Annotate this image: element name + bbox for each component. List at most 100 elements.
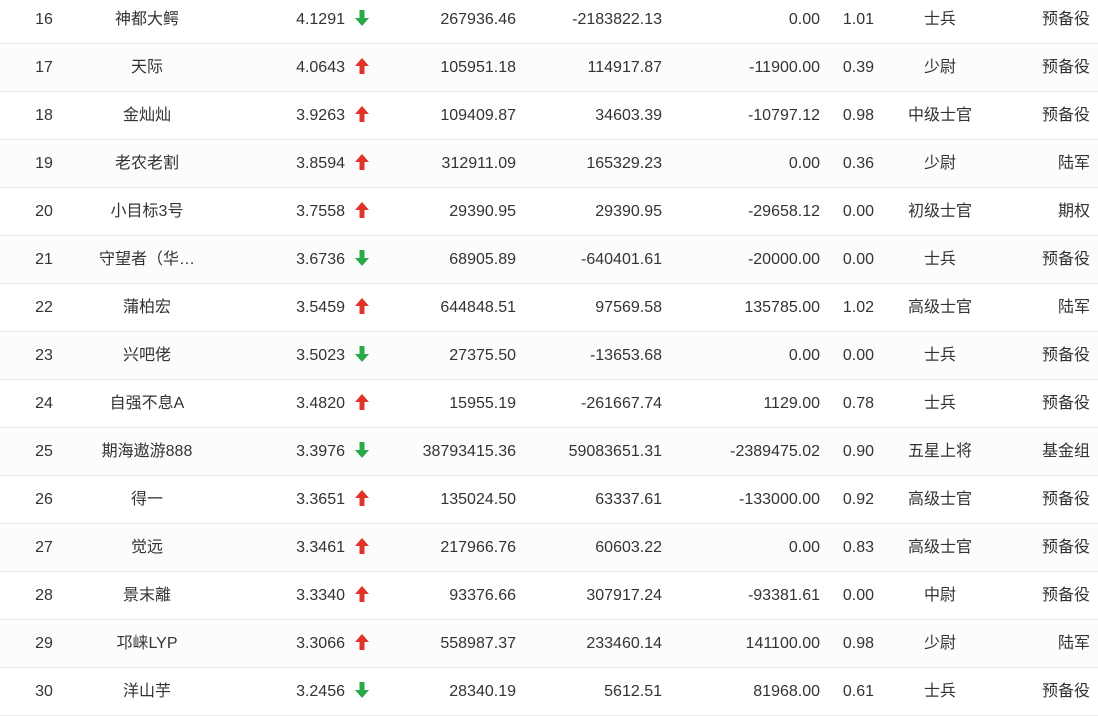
value-3: 0.00 bbox=[788, 347, 820, 364]
trader-name[interactable]: 金灿灿 bbox=[92, 92, 202, 139]
table-row[interactable]: 19 老农老割 3.8594 312911.09 165329.23 0.00 … bbox=[0, 140, 1098, 188]
group-name: 预备役 bbox=[1041, 59, 1090, 76]
value-4: 0.78 bbox=[842, 395, 874, 412]
trader-name[interactable]: 觉远 bbox=[92, 524, 202, 571]
value-2: -2183822.13 bbox=[572, 11, 662, 28]
rank-number: 24 bbox=[35, 395, 53, 412]
score-value: 4.0643 bbox=[296, 59, 345, 76]
rank-title: 士兵 bbox=[923, 395, 956, 412]
trader-name[interactable]: 小目标3号 bbox=[92, 188, 202, 235]
score-value: 4.1291 bbox=[296, 11, 345, 28]
value-3: -10797.12 bbox=[747, 107, 820, 124]
trader-name[interactable]: 景末離 bbox=[92, 572, 202, 619]
value-4: 0.61 bbox=[842, 683, 874, 700]
value-2: 165329.23 bbox=[586, 155, 662, 172]
rank-number: 23 bbox=[35, 347, 53, 364]
trader-name[interactable]: 得一 bbox=[92, 476, 202, 523]
rank-title: 士兵 bbox=[923, 683, 956, 700]
score-value: 3.7558 bbox=[296, 203, 345, 220]
trader-name[interactable]: 期海遨游888 bbox=[92, 428, 202, 475]
score-value: 3.3976 bbox=[296, 443, 345, 460]
trader-name[interactable]: 邛崃LYP bbox=[92, 620, 202, 667]
table-row[interactable]: 30 洋山芋 3.2456 28340.19 5612.51 81968.00 … bbox=[0, 668, 1098, 716]
table-row[interactable]: 23 兴吧佬 3.5023 27375.50 -13653.68 0.00 0.… bbox=[0, 332, 1098, 380]
table-row[interactable]: 27 觉远 3.3461 217966.76 60603.22 0.00 0.8… bbox=[0, 524, 1098, 572]
trader-name[interactable]: 自强不息A bbox=[92, 380, 202, 427]
table-row[interactable]: 20 小目标3号 3.7558 29390.95 29390.95 -29658… bbox=[0, 188, 1098, 236]
table-row[interactable]: 17 天际 4.0643 105951.18 114917.87 -11900.… bbox=[0, 44, 1098, 92]
trader-name[interactable]: 老农老割 bbox=[92, 140, 202, 187]
value-3: 0.00 bbox=[788, 539, 820, 556]
rank-number: 21 bbox=[35, 251, 53, 268]
table-row[interactable]: 22 蒲柏宏 3.5459 644848.51 97569.58 135785.… bbox=[0, 284, 1098, 332]
value-1: 217966.76 bbox=[440, 539, 516, 556]
arrow-down-icon bbox=[352, 332, 372, 379]
value-3: -133000.00 bbox=[739, 491, 820, 508]
value-4: 1.01 bbox=[842, 11, 874, 28]
value-3: 81968.00 bbox=[753, 683, 820, 700]
score-value: 3.8594 bbox=[296, 155, 345, 172]
value-2: 29390.95 bbox=[595, 203, 662, 220]
rank-title: 初级士官 bbox=[907, 203, 972, 220]
value-4: 0.90 bbox=[842, 443, 874, 460]
group-name: 预备役 bbox=[1041, 11, 1090, 28]
value-2: 60603.22 bbox=[595, 539, 662, 556]
value-1: 27375.50 bbox=[449, 347, 516, 364]
rank-title: 高级士官 bbox=[907, 491, 972, 508]
group-name: 预备役 bbox=[1041, 395, 1090, 412]
score-value: 3.5459 bbox=[296, 299, 345, 316]
arrow-up-icon bbox=[352, 284, 372, 331]
rank-title: 少尉 bbox=[923, 59, 956, 76]
value-2: -261667.74 bbox=[581, 395, 662, 412]
trader-name[interactable]: 神都大鳄 bbox=[92, 0, 202, 43]
arrow-down-icon bbox=[352, 668, 372, 715]
value-1: 312911.09 bbox=[441, 155, 516, 172]
group-name: 陆军 bbox=[1057, 635, 1090, 652]
value-3: -93381.61 bbox=[747, 587, 820, 604]
table-row[interactable]: 29 邛崃LYP 3.3066 558987.37 233460.14 1411… bbox=[0, 620, 1098, 668]
value-2: 307917.24 bbox=[586, 587, 662, 604]
trader-name[interactable]: 兴吧佬 bbox=[92, 332, 202, 379]
group-name: 预备役 bbox=[1041, 251, 1090, 268]
value-3: 135785.00 bbox=[744, 299, 820, 316]
rank-title: 高级士官 bbox=[907, 299, 972, 316]
table-row[interactable]: 16 神都大鳄 4.1291 267936.46 -2183822.13 0.0… bbox=[0, 0, 1098, 44]
arrow-up-icon bbox=[352, 44, 372, 91]
score-value: 3.2456 bbox=[296, 683, 345, 700]
arrow-down-icon bbox=[352, 0, 372, 43]
value-1: 38793415.36 bbox=[422, 443, 516, 460]
group-name: 预备役 bbox=[1041, 347, 1090, 364]
trader-name[interactable]: 蒲柏宏 bbox=[92, 284, 202, 331]
table-row[interactable]: 28 景末離 3.3340 93376.66 307917.24 -93381.… bbox=[0, 572, 1098, 620]
value-4: 0.98 bbox=[842, 635, 874, 652]
trader-name[interactable]: 天际 bbox=[92, 44, 202, 91]
table-row[interactable]: 18 金灿灿 3.9263 109409.87 34603.39 -10797.… bbox=[0, 92, 1098, 140]
value-4: 0.92 bbox=[842, 491, 874, 508]
arrow-up-icon bbox=[352, 572, 372, 619]
value-3: -11900.00 bbox=[749, 59, 820, 76]
ranking-table: 16 神都大鳄 4.1291 267936.46 -2183822.13 0.0… bbox=[0, 0, 1098, 716]
group-name: 陆军 bbox=[1057, 155, 1090, 172]
score-value: 3.4820 bbox=[296, 395, 345, 412]
table-row[interactable]: 25 期海遨游888 3.3976 38793415.36 59083651.3… bbox=[0, 428, 1098, 476]
table-row[interactable]: 26 得一 3.3651 135024.50 63337.61 -133000.… bbox=[0, 476, 1098, 524]
group-name: 预备役 bbox=[1041, 539, 1090, 556]
rank-title: 中尉 bbox=[923, 587, 956, 604]
group-name: 基金组 bbox=[1041, 443, 1090, 460]
arrow-up-icon bbox=[352, 524, 372, 571]
rank-title: 中级士官 bbox=[907, 107, 972, 124]
arrow-up-icon bbox=[352, 476, 372, 523]
value-1: 15955.19 bbox=[449, 395, 516, 412]
value-4: 0.00 bbox=[842, 587, 874, 604]
group-name: 预备役 bbox=[1041, 107, 1090, 124]
value-4: 0.00 bbox=[842, 347, 874, 364]
value-4: 0.98 bbox=[842, 107, 874, 124]
trader-name[interactable]: 守望者（华… bbox=[92, 236, 202, 283]
table-row[interactable]: 24 自强不息A 3.4820 15955.19 -261667.74 1129… bbox=[0, 380, 1098, 428]
trader-name[interactable]: 洋山芋 bbox=[92, 668, 202, 715]
group-name: 预备役 bbox=[1041, 683, 1090, 700]
table-row[interactable]: 21 守望者（华… 3.6736 68905.89 -640401.61 -20… bbox=[0, 236, 1098, 284]
value-4: 1.02 bbox=[842, 299, 874, 316]
value-2: 34603.39 bbox=[595, 107, 662, 124]
rank-number: 18 bbox=[35, 107, 53, 124]
